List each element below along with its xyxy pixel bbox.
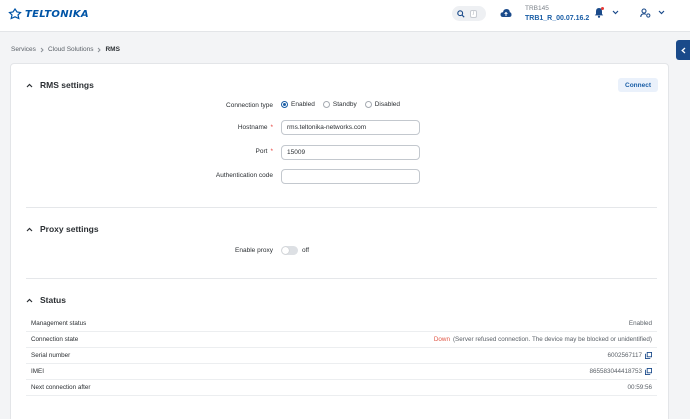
rms-settings-header[interactable]: RMS settings [26,80,94,90]
auth-code-field[interactable] [281,169,420,184]
status-key: Serial number [31,352,71,359]
breadcrumb-item-cloud-solutions[interactable]: Cloud Solutions [48,46,94,53]
status-value: 6002567117 [607,352,652,359]
status-key: Next connection after [31,384,91,391]
toggle-state: off [302,247,310,254]
status-row-imei: IMEI 865583044418753 [26,364,657,380]
required-mark: * [270,148,273,155]
port-label: Port * [256,148,273,155]
hostname-label-text: Hostname [237,124,268,131]
status-key: IMEI [31,368,44,375]
search-shortcut-key: / [470,9,477,18]
port-field[interactable]: 15009 [281,145,420,160]
notification-dot [601,7,604,10]
radio-button-selected[interactable] [281,101,288,108]
connection-state-note: (Server refused connection. The device m… [452,336,652,343]
logo-mark-icon [8,8,22,20]
connection-type-label: Connection type [226,102,273,109]
enable-proxy-label: Enable proxy [235,247,273,254]
device-info: TRB145 TRB1_R_00.07.16.2 [525,4,589,24]
imei-value: 865583044418753 [589,368,642,375]
copy-icon[interactable] [645,352,652,359]
top-bar: TELTONIKA / TRB145 TRB1_R_00.07.16.2 [0,0,690,32]
serial-number-value: 6002567117 [607,352,642,359]
section-title: Proxy settings [40,224,99,234]
auth-code-label: Authentication code [215,172,273,179]
required-mark: * [270,124,273,131]
connection-type-radios: Enabled Standby Disabled [281,101,400,108]
radio-standby[interactable]: Standby [322,101,357,108]
chevron-down-icon[interactable] [658,10,665,15]
chevron-right-icon [40,47,44,52]
hostname-label: Hostname * [238,124,273,131]
status-value: Enabled [628,320,652,327]
breadcrumb-current: RMS [105,46,120,53]
port-label-text: Port [255,148,268,155]
proxy-settings-header[interactable]: Proxy settings [26,224,99,234]
breadcrumb-item-services[interactable]: Services [11,46,36,53]
radio-button[interactable] [322,101,330,108]
connection-down-text: Down [433,336,450,343]
status-key: Connection state [31,336,79,343]
status-row-serial: Serial number 6002567117 [26,348,657,364]
search-icon [457,9,465,18]
copy-icon[interactable] [645,368,652,375]
section-divider [26,278,657,279]
breadcrumb: Services Cloud Solutions RMS [11,46,120,53]
panel-toggle-icon [680,47,685,53]
radio-button[interactable] [364,101,372,108]
toggle-switch[interactable] [281,246,298,255]
section-divider [26,207,657,208]
chevron-up-icon [26,298,33,302]
radio-label: Disabled [374,101,401,108]
side-panel-toggle[interactable] [676,40,690,60]
status-table: Management status Enabled Connection sta… [26,316,657,396]
search-button[interactable]: / [452,6,486,21]
teltonika-logo[interactable]: TELTONIKA [8,8,89,20]
radio-disabled[interactable]: Disabled [364,101,401,108]
rms-card: RMS settings Connect Connection type Ena… [10,63,669,419]
status-row-management: Management status Enabled [26,316,657,332]
section-title: RMS settings [40,80,94,90]
status-value: 00:59:56 [627,384,652,391]
connect-button[interactable]: Connect [618,78,658,92]
radio-label: Standby [332,101,357,108]
section-title: Status [40,295,66,305]
user-settings-icon[interactable] [640,8,651,18]
status-row-connection-state: Connection state Down (Server refused co… [26,332,657,348]
chevron-right-icon [98,47,102,52]
radio-enabled[interactable]: Enabled [281,101,315,108]
chevron-down-icon[interactable] [612,10,619,15]
hostname-field[interactable]: rms.teltonika-networks.com [281,120,420,135]
status-key: Management status [31,320,87,327]
enable-proxy-toggle[interactable]: off [281,246,309,255]
logo-text: TELTONIKA [25,8,89,20]
chevron-up-icon [26,83,33,87]
status-row-next-connection: Next connection after 00:59:56 [26,380,657,396]
status-header[interactable]: Status [26,295,66,305]
radio-label: Enabled [291,101,315,108]
cloud-upload-icon[interactable] [500,8,512,18]
status-value: Down (Server refused connection. The dev… [434,336,652,343]
device-model: TRB145 [525,5,549,12]
firmware-version[interactable]: TRB1_R_00.07.16.2 [525,14,589,24]
status-value: 865583044418753 [589,368,652,375]
chevron-up-icon [26,227,33,231]
